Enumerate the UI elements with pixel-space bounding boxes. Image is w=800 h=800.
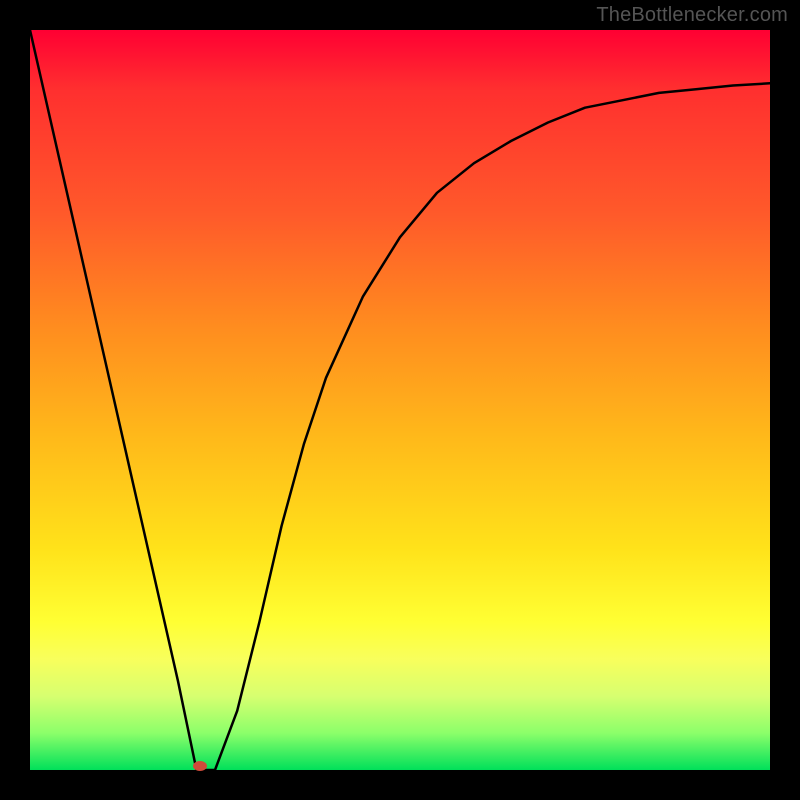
plot-area — [30, 30, 770, 770]
bottleneck-curve — [30, 30, 770, 770]
minimum-marker — [193, 761, 207, 771]
chart-frame: TheBottlenecker.com — [0, 0, 800, 800]
attribution-text: TheBottlenecker.com — [596, 4, 788, 27]
